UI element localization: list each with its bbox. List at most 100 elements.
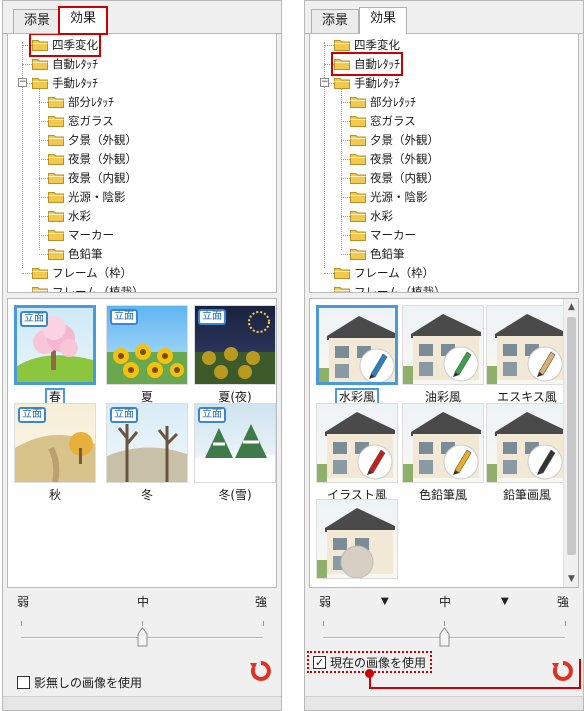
- label-weak: 弱: [319, 595, 332, 609]
- tree-node[interactable]: 手動ﾚﾀｯﾁ: [334, 74, 400, 92]
- slider-tick: [444, 621, 445, 626]
- tree-node[interactable]: 水彩: [350, 207, 393, 225]
- tree-node[interactable]: 光源・陰影: [48, 188, 126, 206]
- tab-tenkei[interactable]: 添景: [13, 9, 62, 33]
- tree-node[interactable]: フレーム（植栽）: [334, 283, 446, 292]
- winter-snow-image: 立面: [194, 403, 276, 483]
- tree-node[interactable]: 自動ﾚﾀｯﾁ: [331, 52, 403, 76]
- shadowless-image-option[interactable]: 影無しの画像を使用: [17, 673, 142, 691]
- tab-kouka[interactable]: 効果: [57, 6, 109, 35]
- status-strip: [305, 696, 583, 710]
- folder-icon: [48, 115, 64, 127]
- use-current-image-label: 現在の画像を使用: [330, 655, 427, 670]
- strength-slider-thumb[interactable]: [439, 627, 450, 647]
- preset-thumb-summer[interactable]: 立面 夏: [106, 305, 188, 405]
- tree-node[interactable]: 部分ﾚﾀｯﾁ: [48, 93, 114, 111]
- tab-kouka[interactable]: 効果: [359, 7, 408, 34]
- callout-line: [369, 687, 581, 689]
- tree-node[interactable]: 夜景（外観）: [350, 150, 439, 168]
- strength-labels: 弱 ▼ 中 ▼ 強: [305, 593, 583, 613]
- folder-icon: [350, 115, 366, 127]
- preset-thumb-enpitsu[interactable]: 鉛筆画風: [486, 403, 568, 503]
- folder-icon: [350, 153, 366, 165]
- tree-node-label: 夕景（外観）: [370, 133, 439, 147]
- tree-node[interactable]: フレーム（枠）: [334, 264, 434, 282]
- tree-node-label: 夜景（外観）: [68, 152, 137, 166]
- tree-node[interactable]: 夕景（外観）: [48, 131, 137, 149]
- preset-thumb-winter[interactable]: 立面 冬: [106, 403, 188, 503]
- tree-node[interactable]: マーカー: [48, 226, 114, 244]
- tree-node[interactable]: 夜景（内観）: [350, 169, 439, 187]
- reset-icon[interactable]: [551, 659, 575, 683]
- tree-node[interactable]: 夜景（外観）: [48, 150, 137, 168]
- house-render-image: [316, 305, 398, 385]
- tree-node-label: 夜景（外観）: [370, 152, 439, 166]
- slider-tick: [263, 621, 264, 626]
- preset-gallery: 立面 春 立面 夏 立面 夏(夜) 立面 秋 立面 冬 立面 冬(雪): [7, 298, 277, 588]
- folder-icon: [350, 248, 366, 260]
- tree-node[interactable]: 色鉛筆: [48, 245, 103, 263]
- tree-node-label: 手動ﾚﾀｯﾁ: [354, 76, 400, 90]
- label-strong: 強: [557, 595, 570, 609]
- folder-icon: [48, 229, 64, 241]
- tree-node-label: 水彩: [68, 209, 91, 223]
- tree-node[interactable]: 自動ﾚﾀｯﾁ: [32, 55, 98, 73]
- shadowless-checkbox-label: 影無しの画像を使用: [34, 675, 143, 690]
- tree-node[interactable]: 夜景（内観）: [48, 169, 137, 187]
- tab-tenkei[interactable]: 添景: [311, 9, 360, 33]
- tree-node[interactable]: 手動ﾚﾀｯﾁ: [32, 74, 98, 92]
- tree-node[interactable]: 水彩: [48, 207, 91, 225]
- tree-node-label: フレーム（枠）: [52, 266, 133, 280]
- tree-node[interactable]: 部分ﾚﾀｯﾁ: [350, 93, 416, 111]
- tree-node-label: 色鉛筆: [370, 247, 405, 261]
- tree-node[interactable]: フレーム（枠）: [32, 264, 132, 282]
- tree-node[interactable]: 四季変化: [334, 36, 400, 54]
- folder-icon: [334, 58, 350, 70]
- tree-node[interactable]: 色鉛筆: [350, 245, 405, 263]
- tree-node[interactable]: 夕景（外観）: [350, 131, 439, 149]
- preset-thumb-irasuto[interactable]: イラスト風: [316, 403, 398, 503]
- folder-icon: [350, 172, 366, 184]
- folder-icon: [48, 96, 64, 108]
- gallery-scrollbar[interactable]: ▲ ▼: [563, 299, 578, 587]
- preset-thumb-winter-snow[interactable]: 立面 冬(雪): [194, 403, 276, 503]
- preset-thumb-esukisu[interactable]: エスキス風: [486, 305, 568, 405]
- tab-bar: 添景 効果: [3, 6, 281, 35]
- preset-thumb-extra[interactable]: [316, 499, 398, 587]
- preset-thumb-suisai[interactable]: 水彩風: [316, 305, 398, 406]
- label-strong: 強: [255, 595, 268, 609]
- folder-icon: [334, 286, 350, 292]
- use-current-image-checkbox[interactable]: ✓: [313, 655, 326, 669]
- preset-thumb-iroenpitsu[interactable]: 色鉛筆風: [402, 403, 484, 503]
- tree-node-label: 部分ﾚﾀｯﾁ: [370, 95, 416, 109]
- tree-node[interactable]: 四季変化: [29, 34, 101, 57]
- strength-slider-thumb[interactable]: [137, 627, 148, 647]
- tree-node-label: 自動ﾚﾀｯﾁ: [52, 57, 98, 71]
- tree-node[interactable]: マーカー: [350, 226, 416, 244]
- tab-bar: 添景 効果: [305, 7, 583, 34]
- folder-icon: [48, 191, 64, 203]
- tree-node[interactable]: フレーム（植栽）: [32, 283, 144, 292]
- folder-icon: [32, 58, 48, 70]
- preset-thumb-yusai[interactable]: 油彩風: [402, 305, 484, 405]
- summer-image: 立面: [106, 305, 188, 385]
- tree-node[interactable]: 光源・陰影: [350, 188, 428, 206]
- collapse-toggle[interactable]: −: [320, 78, 329, 87]
- tree-node-label: 部分ﾚﾀｯﾁ: [68, 95, 114, 109]
- scroll-down-icon[interactable]: ▼: [564, 571, 578, 587]
- tree-node[interactable]: 窓ガラス: [48, 112, 114, 130]
- tree-node[interactable]: 窓ガラス: [350, 112, 416, 130]
- reset-icon[interactable]: [249, 659, 273, 683]
- folder-icon: [350, 229, 366, 241]
- scroll-up-icon[interactable]: ▲: [564, 299, 578, 315]
- shadowless-checkbox[interactable]: [17, 675, 30, 689]
- preset-thumb-summer-night[interactable]: 立面 夏(夜): [194, 305, 276, 405]
- collapse-toggle[interactable]: −: [18, 78, 27, 87]
- thumb-label: 夏: [140, 390, 153, 404]
- preset-thumb-autumn[interactable]: 立面 秋: [14, 403, 96, 503]
- folder-icon: [334, 267, 350, 279]
- preset-gallery: 水彩風 油彩風 エスキス風 イラスト風 色鉛筆風 鉛筆画風 ▲ ▼: [309, 298, 579, 588]
- scroll-thumb[interactable]: [567, 317, 576, 555]
- left-effects-panel: 添景 効果 四季変化 自動ﾚﾀｯﾁ − 手動ﾚﾀｯﾁ 部分ﾚﾀｯﾁ 窓ガラス 夕…: [2, 0, 282, 711]
- preset-thumb-spring[interactable]: 立面 春: [14, 305, 96, 406]
